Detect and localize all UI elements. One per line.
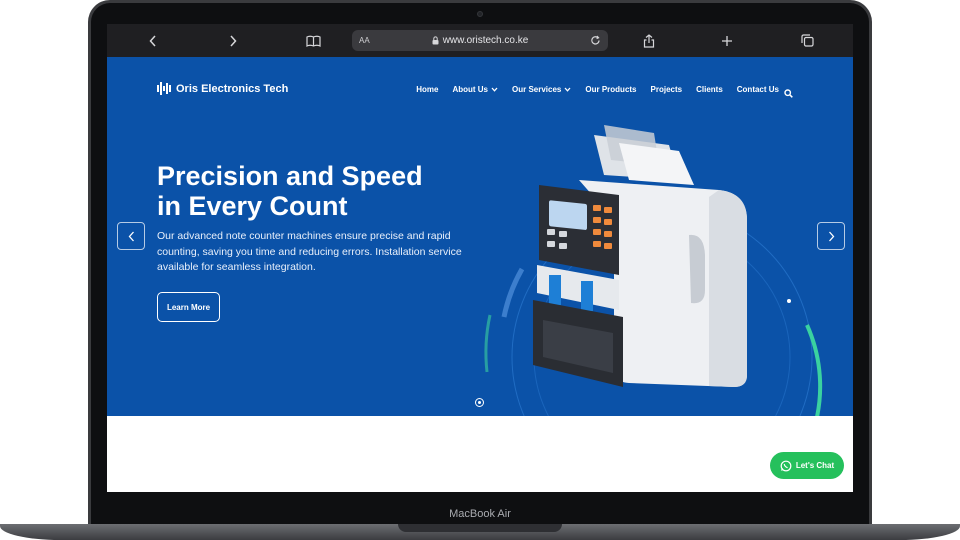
nav-about-us[interactable]: About Us: [438, 85, 498, 94]
chevron-down-icon: [491, 87, 498, 92]
nav-label: Clients: [696, 85, 723, 94]
hero-section: Oris Electronics Tech Home About Us Our …: [107, 57, 853, 416]
slider-dot-active[interactable]: [475, 398, 484, 407]
url-text: www.oristech.co.ke: [442, 35, 529, 46]
address-bar[interactable]: AA www.oristech.co.ke: [352, 30, 608, 51]
nav-clients[interactable]: Clients: [682, 85, 723, 94]
camera-icon: [477, 11, 483, 17]
logo-icon: [157, 82, 171, 95]
nav-home[interactable]: Home: [402, 85, 438, 94]
screen: AA www.oristech.co.ke Oris Electronics T…: [107, 24, 853, 492]
chevron-left-icon: [128, 231, 134, 241]
nav-projects[interactable]: Projects: [637, 85, 683, 94]
learn-more-button[interactable]: Learn More: [157, 292, 220, 322]
note-counter-machine-image: [533, 125, 747, 387]
back-icon[interactable]: [143, 24, 163, 57]
nav-contact-us[interactable]: Contact Us: [723, 85, 779, 94]
laptop-base: [0, 522, 960, 540]
hero-subtext: Our advanced note counter machines ensur…: [157, 230, 462, 273]
headline-line-2: in Every Count: [157, 191, 348, 221]
headline-line-1: Precision and Speed: [157, 161, 423, 191]
lets-chat-button[interactable]: Let's Chat: [770, 452, 844, 479]
content-section: [107, 416, 853, 492]
nav-our-services[interactable]: Our Services: [498, 85, 571, 94]
main-nav: Home About Us Our Services Our Products …: [402, 85, 779, 94]
browser-toolbar: AA www.oristech.co.ke: [107, 24, 853, 57]
logo-text: Oris Electronics Tech: [176, 82, 289, 95]
laptop-notch: [398, 524, 562, 532]
chevron-down-icon: [564, 87, 571, 92]
nav-label: About Us: [452, 85, 489, 94]
device-label: MacBook Air: [449, 508, 511, 520]
plus-icon[interactable]: [717, 24, 737, 57]
chat-label: Let's Chat: [795, 461, 835, 470]
hero-headline: Precision and Speed in Every Count: [157, 161, 497, 221]
reload-icon[interactable]: [590, 35, 601, 46]
nav-label: Our Products: [585, 85, 637, 94]
nav-label: Our Services: [512, 85, 562, 94]
whatsapp-icon: [780, 460, 792, 471]
search-icon[interactable]: [784, 85, 793, 103]
nav-label: Home: [416, 85, 439, 94]
book-icon[interactable]: [303, 24, 323, 57]
lock-icon: [432, 36, 439, 45]
site-logo[interactable]: Oris Electronics Tech: [157, 82, 288, 95]
nav-label: Contact Us: [736, 85, 779, 94]
slider-prev-button[interactable]: [117, 222, 145, 250]
nav-our-products[interactable]: Our Products: [571, 85, 636, 94]
nav-label: Projects: [650, 85, 683, 94]
forward-icon[interactable]: [223, 24, 243, 57]
share-icon[interactable]: [639, 24, 659, 57]
tabs-icon[interactable]: [797, 24, 817, 57]
